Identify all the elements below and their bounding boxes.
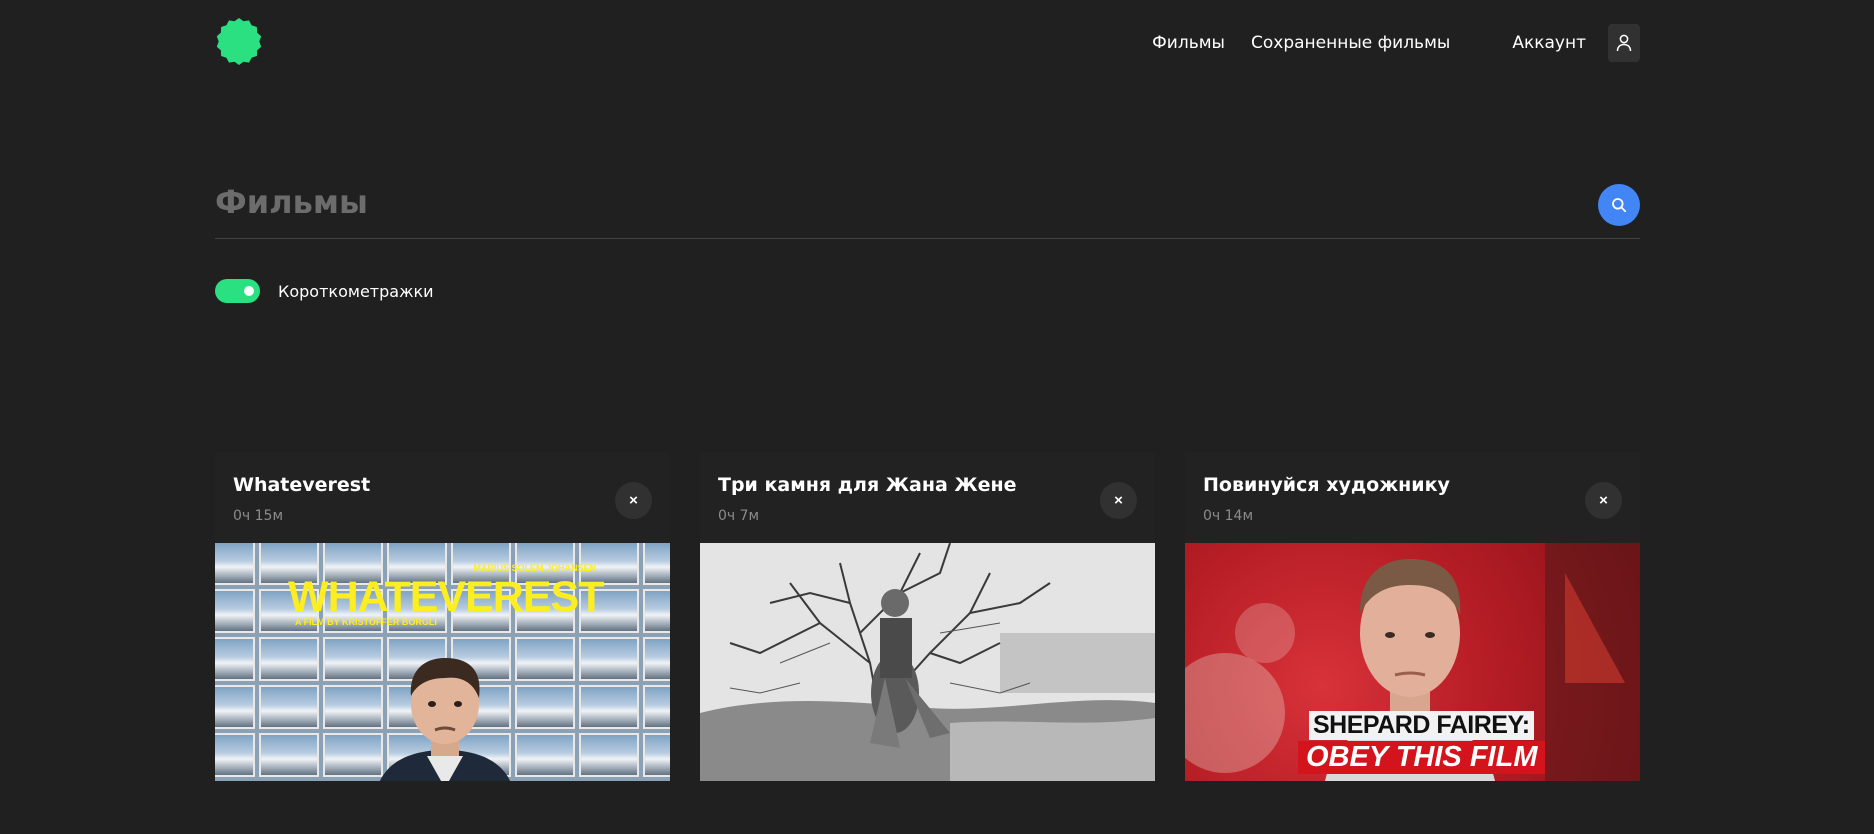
poster-title-line2: OBEY THIS FILM	[1298, 741, 1546, 774]
poster-credit-text: A FILM BY KRISTOFFER BORGLI	[295, 617, 437, 627]
nav-saved-films-link[interactable]: Сохраненные фильмы	[1251, 33, 1450, 53]
movie-duration: 0ч 15м	[233, 508, 284, 524]
search-input[interactable]	[215, 180, 1575, 224]
search-icon	[1612, 198, 1627, 213]
main-nav: Фильмы Сохраненные фильмы Аккаунт	[1152, 24, 1640, 62]
poster-title-line1: SHEPARD FAIREY:	[1309, 711, 1534, 740]
movie-title: Повинуйся художнику	[1203, 474, 1450, 496]
green-badge-icon	[216, 18, 262, 65]
bw-landscape-image	[700, 543, 1155, 781]
logo[interactable]	[215, 17, 263, 65]
short-films-label: Короткометражки	[278, 281, 434, 301]
movie-title: Три камня для Жана Жене	[718, 474, 1017, 496]
user-icon	[1616, 34, 1632, 52]
toggle-knob	[244, 286, 254, 296]
movies-list: Whateverest 0ч 15м × MARIUS SOLEM JOHANS…	[215, 452, 1640, 781]
nav-account-link[interactable]: Аккаунт	[1512, 33, 1586, 53]
movie-card: Три камня для Жана Жене 0ч 7м ×	[700, 452, 1155, 781]
nav-films-link[interactable]: Фильмы	[1152, 33, 1225, 53]
remove-movie-button[interactable]: ×	[1100, 482, 1137, 519]
poster-title-text: WHATEVEREST	[288, 573, 604, 621]
remove-movie-button[interactable]: ×	[1585, 482, 1622, 519]
account-button[interactable]	[1608, 24, 1640, 62]
short-films-toggle[interactable]	[215, 279, 260, 303]
search-form	[215, 180, 1640, 239]
poster-director-text: MARIUS SOLEM JOHANSEN	[473, 563, 596, 573]
movie-thumbnail[interactable]: MARIUS SOLEM JOHANSEN WHATEVEREST A FILM…	[215, 543, 670, 781]
person-image	[379, 658, 511, 781]
remove-movie-button[interactable]: ×	[615, 482, 652, 519]
movie-duration: 0ч 7м	[718, 508, 760, 524]
search-button[interactable]	[1598, 184, 1640, 226]
movie-title: Whateverest	[233, 474, 371, 496]
movie-thumbnail[interactable]: SHEPARD FAIREY: OBEY THIS FILM	[1185, 543, 1640, 781]
short-films-filter: Короткометражки	[215, 279, 434, 303]
movie-card: Повинуйся художнику 0ч 14м × SHEPARD FAI…	[1185, 452, 1640, 781]
movie-thumbnail[interactable]	[700, 543, 1155, 781]
header: Фильмы Сохраненные фильмы Аккаунт	[215, 0, 1640, 86]
movie-duration: 0ч 14м	[1203, 508, 1254, 524]
movie-card: Whateverest 0ч 15м × MARIUS SOLEM JOHANS…	[215, 452, 670, 781]
page: Фильмы Сохраненные фильмы Аккаунт Коротк…	[0, 0, 1874, 834]
